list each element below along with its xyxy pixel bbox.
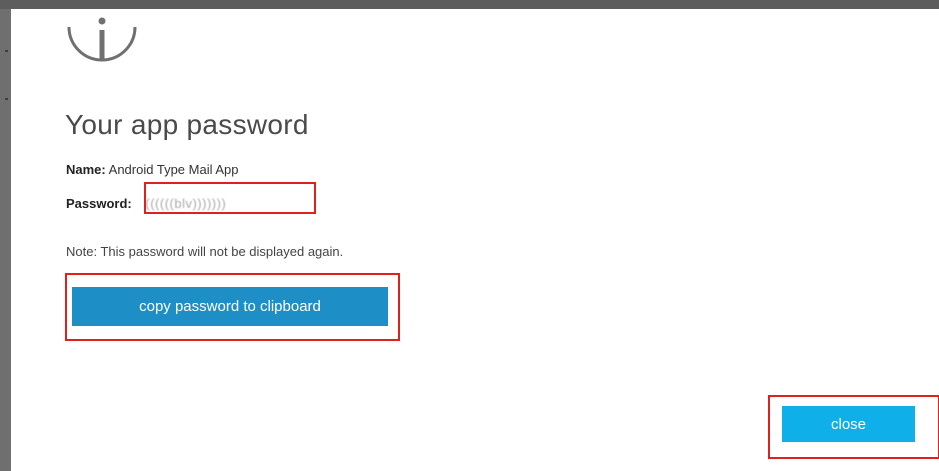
- background-mark: [5, 98, 8, 100]
- password-note: Note: This password will not be displaye…: [66, 244, 344, 259]
- close-button-highlight-box: [768, 395, 939, 459]
- password-highlight-box: [144, 182, 316, 214]
- copy-button-highlight-box: [65, 273, 400, 341]
- background-page-strip: [0, 9, 11, 471]
- background-mark: [5, 50, 8, 52]
- password-label: Password:: [66, 196, 132, 211]
- name-label: Name:: [66, 162, 106, 177]
- app-name-row: Name: Android Type Mail App: [66, 162, 239, 178]
- info-icon: [67, 17, 137, 62]
- app-password-dialog: Your app password Name: Android Type Mai…: [11, 9, 939, 471]
- app-name-value: Android Type Mail App: [108, 162, 239, 177]
- dialog-title: Your app password: [65, 109, 309, 140]
- window-top-border: [0, 0, 939, 9]
